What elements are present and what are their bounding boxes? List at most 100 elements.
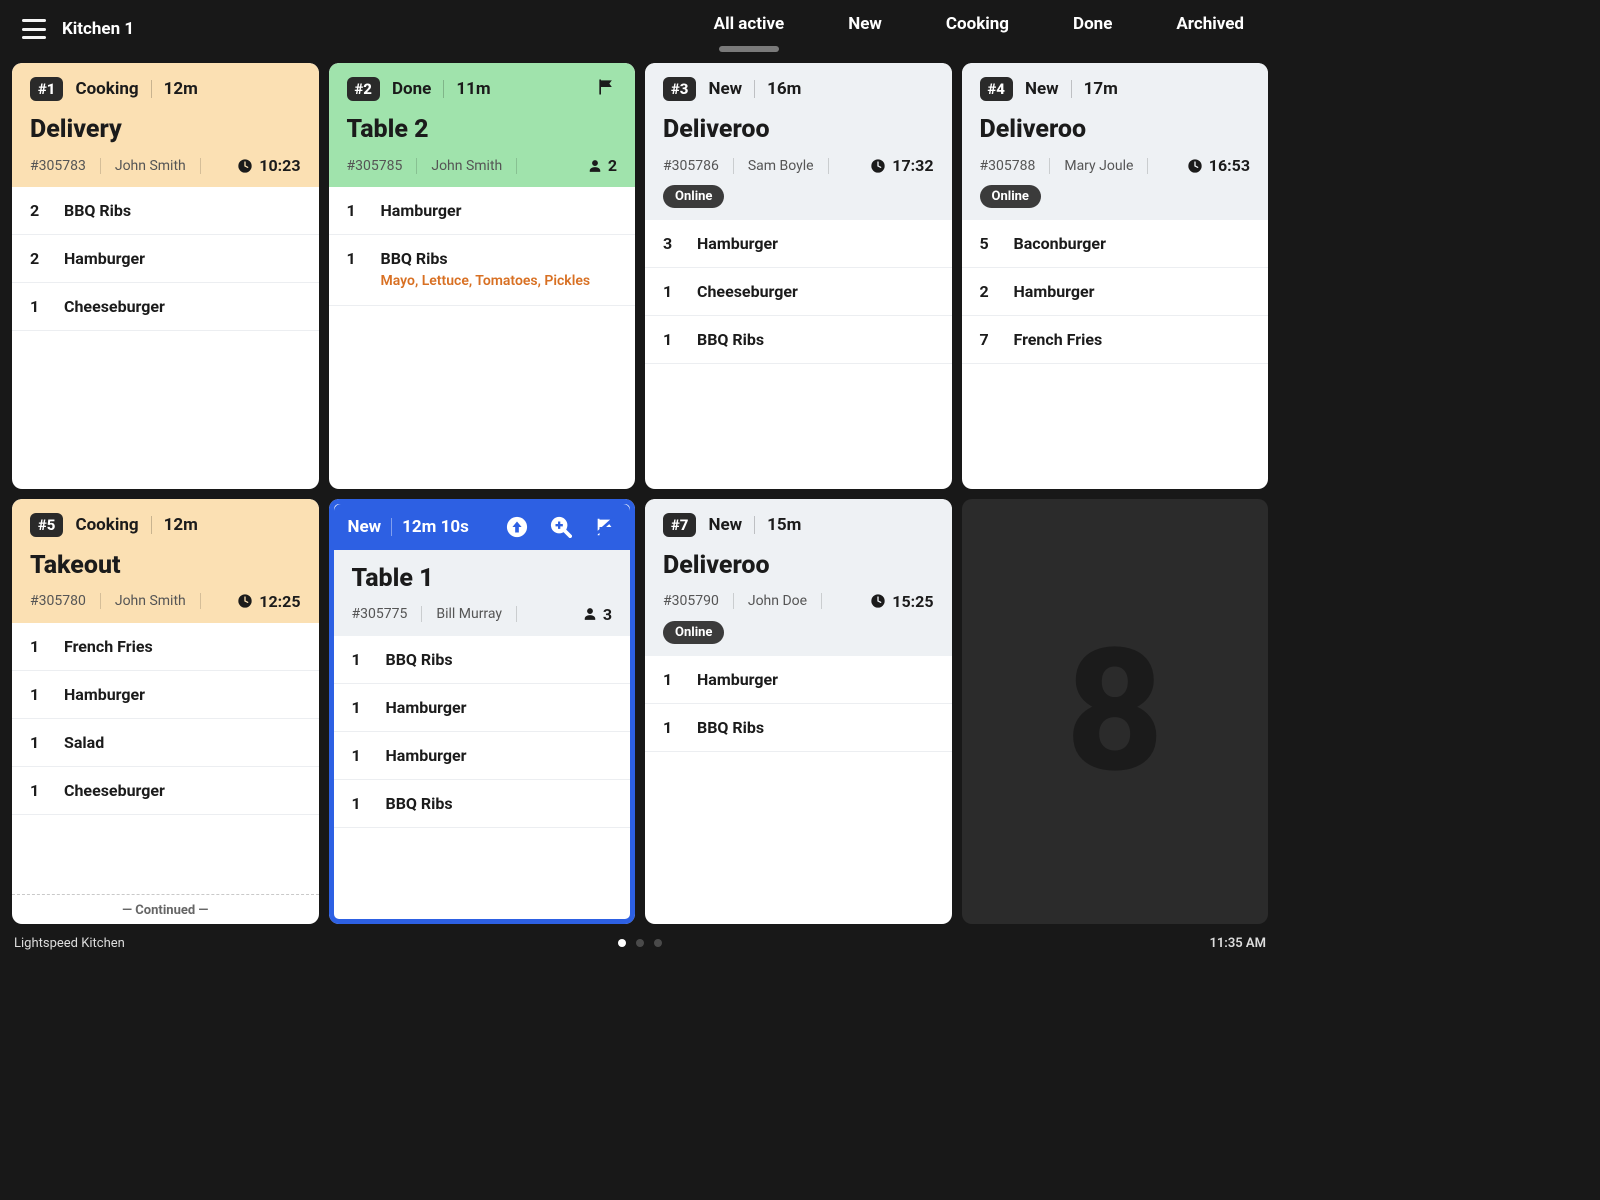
tab-all-active[interactable]: All active xyxy=(710,4,789,54)
order-id: #305790 xyxy=(663,593,719,609)
topbar: Kitchen 1 All active New Cooking Done Ar… xyxy=(0,0,1280,58)
item-qty: 1 xyxy=(347,201,363,220)
list-item[interactable]: 1Hamburger xyxy=(645,656,952,704)
list-item[interactable]: 1 BBQ Ribs Mayo, Lettuce, Tomatoes, Pick… xyxy=(329,235,636,306)
list-item[interactable]: 1Hamburger xyxy=(334,732,631,780)
item-name: Cheeseburger xyxy=(64,781,165,800)
tab-done[interactable]: Done xyxy=(1069,4,1116,54)
item-qty: 1 xyxy=(30,637,46,656)
list-item[interactable]: 2Hamburger xyxy=(962,268,1269,316)
item-qty: 1 xyxy=(352,698,368,717)
order-card[interactable]: #5 Cooking 12m Takeout #305780 John Smit… xyxy=(12,499,319,925)
list-item[interactable]: 3 Hamburger xyxy=(645,220,952,268)
list-item[interactable]: 1 BBQ Ribs xyxy=(334,780,631,828)
list-item[interactable]: 1Salad xyxy=(12,719,319,767)
divider xyxy=(1147,158,1148,174)
order-id: #305785 xyxy=(347,158,403,174)
order-number-chip: #1 xyxy=(30,77,63,101)
list-item[interactable]: 1Hamburger xyxy=(329,187,636,235)
item-name: BBQ Ribs xyxy=(64,201,131,220)
zoom-button[interactable] xyxy=(550,516,572,538)
card-row1: #3 New 16m xyxy=(663,77,934,101)
server-name: John Smith xyxy=(431,158,502,174)
list-item[interactable]: 1BBQ Ribs xyxy=(645,704,952,752)
time-meta: 17:32 xyxy=(870,156,933,175)
list-item[interactable]: 1BBQ Ribs xyxy=(645,316,952,364)
item-name: BBQ Ribs xyxy=(386,794,453,813)
guests-meta: 2 xyxy=(588,156,617,175)
divider xyxy=(416,158,417,174)
time-meta: 16:53 xyxy=(1187,156,1250,175)
tab-new[interactable]: New xyxy=(844,4,886,54)
status-label: New xyxy=(708,515,742,535)
item-qty: 2 xyxy=(30,249,46,268)
item-qty: 3 xyxy=(663,234,679,253)
list-item[interactable]: 7French Fries xyxy=(962,316,1269,364)
footer-brand: Lightspeed Kitchen xyxy=(14,936,125,951)
list-item[interactable]: 2 BBQ Ribs xyxy=(12,187,319,235)
page-dot-2[interactable] xyxy=(636,939,644,947)
card-row1: #2 Done 11m xyxy=(347,77,618,101)
page-dot-3[interactable] xyxy=(654,939,662,947)
list-item[interactable]: 1Hamburger xyxy=(334,684,631,732)
card-row1: New 12m 10s xyxy=(348,516,617,538)
tab-cooking[interactable]: Cooking xyxy=(942,4,1013,54)
continued-indicator[interactable]: — Continued — xyxy=(12,894,319,924)
list-item[interactable]: 1 Cheeseburger xyxy=(12,283,319,331)
page-dot-1[interactable] xyxy=(618,939,626,947)
item-qty: 2 xyxy=(30,201,46,220)
server-name: Sam Boyle xyxy=(748,158,814,174)
guests-count: 2 xyxy=(608,156,617,175)
order-card-selected[interactable]: New 12m 10s Table 1 #305775 Bill Murray xyxy=(329,499,636,925)
card-row2: #305775 Bill Murray 3 xyxy=(352,605,613,624)
time-value: 10:23 xyxy=(259,156,300,175)
list-item[interactable]: 1 French Fries xyxy=(12,623,319,671)
time-meta: 10:23 xyxy=(237,156,300,175)
card-subheader: Table 1 #305775 Bill Murray 3 xyxy=(334,550,631,636)
status-label: Cooking xyxy=(75,79,138,99)
guests-meta: 3 xyxy=(583,605,612,624)
list-item[interactable]: 1Hamburger xyxy=(12,671,319,719)
order-card[interactable]: #3 New 16m Deliveroo #305786 Sam Boyle 1… xyxy=(645,63,952,489)
divider xyxy=(754,80,755,98)
order-card[interactable]: #7 New 15m Deliveroo #305790 John Doe 15… xyxy=(645,499,952,925)
list-item[interactable]: 1BBQ Ribs xyxy=(334,636,631,684)
item-qty: 1 xyxy=(30,297,46,316)
item-name: Salad xyxy=(64,733,104,752)
list-item[interactable]: 1Cheeseburger xyxy=(645,268,952,316)
item-name: French Fries xyxy=(64,637,153,656)
card-header: #7 New 15m Deliveroo #305790 John Doe 15… xyxy=(645,499,952,656)
divider xyxy=(151,80,152,98)
order-card[interactable]: #2 Done 11m Table 2 #305785 John Smith 2 xyxy=(329,63,636,489)
page-dots[interactable] xyxy=(618,939,662,947)
order-id: #305783 xyxy=(30,158,86,174)
unflag-button[interactable] xyxy=(594,516,616,538)
card-row1: #7 New 15m xyxy=(663,513,934,537)
item-name: Cheeseburger xyxy=(64,297,165,316)
tab-archived[interactable]: Archived xyxy=(1172,4,1248,54)
age-label: 17m xyxy=(1084,79,1118,99)
item-name: Baconburger xyxy=(1014,234,1106,253)
list-item[interactable]: 1Cheeseburger xyxy=(12,767,319,815)
item-name: Hamburger xyxy=(697,670,778,689)
status-label: New xyxy=(708,79,742,99)
age-label: 12m 10s xyxy=(402,517,469,537)
order-card[interactable]: #4 New 17m Deliveroo #305788 Mary Joule … xyxy=(962,63,1269,489)
list-item[interactable]: 2Hamburger xyxy=(12,235,319,283)
card-row2: #305786 Sam Boyle 17:32 xyxy=(663,156,934,175)
order-card[interactable]: #1 Cooking 12m Delivery #305783 John Smi… xyxy=(12,63,319,489)
online-badge: Online xyxy=(980,185,1041,208)
item-qty: 1 xyxy=(663,330,679,349)
item-name: Hamburger xyxy=(697,234,778,253)
items-list: 1Hamburger 1 BBQ Ribs Mayo, Lettuce, Tom… xyxy=(329,187,636,489)
menu-button[interactable] xyxy=(22,19,46,39)
card-header-actions: New 12m 10s xyxy=(334,504,631,550)
move-up-button[interactable] xyxy=(506,516,528,538)
item-qty: 1 xyxy=(352,794,368,813)
list-item[interactable]: 5Baconburger xyxy=(962,220,1269,268)
item-name: Hamburger xyxy=(386,746,467,765)
card-row1: #1 Cooking 12m xyxy=(30,77,301,101)
flag-icon[interactable] xyxy=(595,77,617,101)
order-title: Table 1 xyxy=(352,564,613,593)
clock-icon xyxy=(237,158,253,174)
